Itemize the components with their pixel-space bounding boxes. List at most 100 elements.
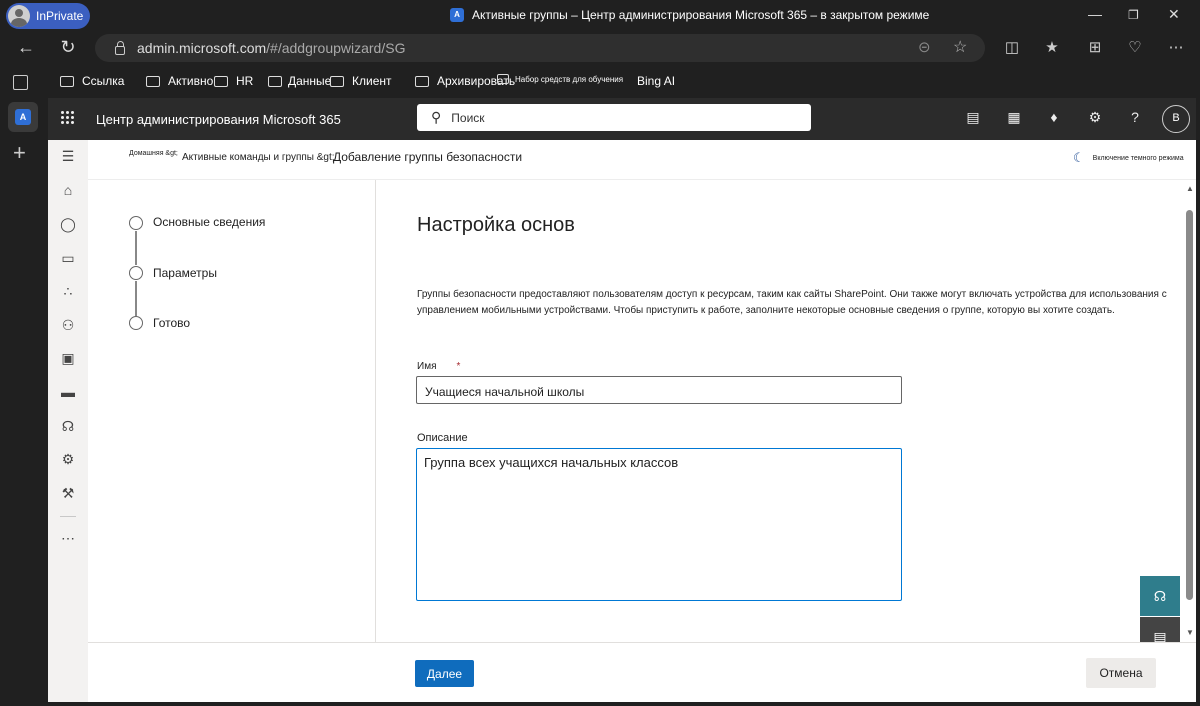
users-icon[interactable]: ◯ [58, 216, 78, 233]
favorite-star-icon[interactable]: ☆ [953, 37, 967, 57]
billing-icon[interactable]: ▬ [58, 384, 78, 400]
favorite-label: Bing AI [637, 74, 676, 88]
url-path: /#/addgroupwizard/SG [266, 40, 406, 56]
folder-icon [146, 75, 160, 87]
dark-mode-toggle[interactable]: ☾ Включение темного режима [1073, 150, 1184, 166]
favorite-client[interactable]: Клиент [330, 74, 392, 88]
help-icon[interactable]: ? [1125, 109, 1145, 125]
tab-actions-icon[interactable] [13, 75, 28, 90]
favorite-data[interactable]: Данные [268, 74, 331, 88]
favorite-label: Клиент [352, 74, 392, 88]
favorite-link[interactable]: Ссылка [60, 74, 124, 88]
terminal-icon[interactable]: ▤ [963, 109, 983, 126]
page-content: Центр администрирования Microsoft 365 ⚲ … [48, 98, 1196, 702]
name-field[interactable]: Учащиеся начальной школы [416, 376, 902, 404]
wizard-steps: Основные сведения Параметры Готово [88, 180, 376, 642]
window-edge [1196, 98, 1200, 706]
favorites-icon[interactable]: ★ [1042, 38, 1062, 56]
active-tab[interactable]: A [8, 102, 38, 132]
teams-groups-icon[interactable]: ∴ [58, 283, 78, 300]
back-icon[interactable]: ← [14, 37, 38, 58]
address-bar[interactable]: admin.microsoft.com/#/addgroupwizard/SG … [95, 34, 985, 62]
wizard-footer: Далее Отмена [88, 642, 1196, 702]
resources-icon[interactable]: ▣ [58, 350, 78, 367]
split-screen-icon[interactable]: ◫ [1002, 38, 1022, 56]
required-mark: * [456, 361, 461, 372]
app-title[interactable]: Центр администрирования Microsoft 365 [96, 112, 341, 127]
name-label-text: Имя [417, 361, 437, 372]
roles-icon[interactable]: ⚇ [58, 317, 78, 334]
description-field[interactable]: Группа всех учащихся начальных классов [416, 448, 902, 601]
m365-header: Центр администрирования Microsoft 365 ⚲ … [48, 98, 1196, 140]
cancel-button[interactable]: Отмена [1086, 658, 1156, 688]
favorite-bing-ai[interactable]: Bing AI [637, 74, 675, 88]
step-indicator [129, 316, 143, 330]
favorites-bar: Ссылка Активно HR Данные Клиент Архивиро… [0, 64, 1200, 98]
refresh-icon[interactable]: ↻ [56, 37, 80, 58]
setup-wrench-icon[interactable]: ⚒ [58, 485, 78, 502]
minimize-icon[interactable]: — [1088, 6, 1102, 22]
inprivate-badge[interactable]: InPrivate [6, 3, 90, 29]
account-avatar[interactable]: B [1162, 105, 1190, 133]
page-title: Настройка основ [417, 214, 575, 236]
browser-essentials-icon[interactable]: ♡ [1125, 38, 1145, 56]
window-title-text: Активные группы – Центр администрировани… [472, 8, 930, 22]
hamburger-menu-icon[interactable]: ☰ [58, 148, 78, 165]
favorite-hr[interactable]: HR [214, 74, 253, 88]
url-host: admin.microsoft.com [137, 40, 267, 56]
step-indicator [129, 216, 143, 230]
favorite-learning-tools[interactable]: Набор средств для обучения [497, 74, 623, 84]
folder-icon [497, 74, 509, 84]
inprivate-label: InPrivate [36, 9, 84, 23]
headset-icon: ☊ [1153, 588, 1167, 604]
scroll-thumb[interactable] [1186, 210, 1193, 600]
devices-icon[interactable]: ▭ [58, 250, 78, 267]
step-basics[interactable]: Основные сведения [153, 215, 265, 229]
vertical-tabs-bar: A + [0, 98, 48, 706]
folder-icon [214, 75, 228, 87]
new-tab-icon[interactable]: + [13, 140, 26, 166]
app-launcher-icon[interactable] [61, 111, 75, 125]
profile-avatar-icon [8, 5, 30, 27]
step-connector [135, 281, 137, 316]
collections-icon[interactable]: ⊞ [1085, 38, 1105, 56]
settings-gear-icon[interactable]: ⚙ [1085, 109, 1105, 126]
breadcrumb-teams-groups[interactable]: Активные команды и группы &gt; [182, 152, 335, 163]
zoom-icon[interactable]: ⊝ [918, 38, 931, 56]
settings-icon[interactable]: ⚙ [58, 451, 78, 468]
favorite-label: Активно [168, 74, 214, 88]
window-title: A Активные группы – Центр администрирова… [450, 8, 929, 22]
next-button[interactable]: Далее [415, 660, 474, 687]
description-label: Описание [417, 432, 468, 444]
close-icon[interactable]: ✕ [1168, 6, 1180, 23]
breadcrumb-current: Добавление группы безопасности [333, 150, 523, 164]
step-indicator [129, 266, 143, 280]
name-label: Имя * [417, 361, 460, 372]
scroll-up-icon[interactable]: ▲ [1186, 184, 1194, 193]
support-headset-icon[interactable]: ☊ [58, 418, 78, 435]
more-icon[interactable]: ⋯ [58, 530, 78, 547]
rail-divider [60, 516, 76, 517]
home-icon[interactable]: ⌂ [58, 182, 78, 198]
help-support-button[interactable]: ☊ [1140, 576, 1180, 616]
moon-icon: ☾ [1073, 150, 1085, 165]
search-icon: ⚲ [431, 109, 442, 125]
favorite-label: Данные [288, 74, 332, 88]
admin-center-favicon-icon: A [15, 109, 31, 125]
breadcrumb-home[interactable]: Домашняя &gt; [129, 150, 178, 157]
notifications-bell-icon[interactable]: ♦ [1044, 109, 1064, 125]
favorite-active[interactable]: Активно [146, 74, 213, 88]
favorite-label: HR [236, 74, 254, 88]
browser-title-bar: InPrivate A Активные группы – Центр адми… [0, 0, 1200, 32]
step-connector [135, 231, 137, 265]
step-settings[interactable]: Параметры [153, 266, 217, 280]
document-icon[interactable]: ▦ [1004, 109, 1024, 126]
search-input[interactable]: ⚲ Поиск [417, 104, 811, 131]
scroll-down-icon[interactable]: ▼ [1186, 628, 1194, 637]
step-finish[interactable]: Готово [153, 316, 190, 330]
folder-icon [60, 75, 74, 87]
scrollbar[interactable]: ▲ ▼ [1184, 180, 1196, 642]
page-description: Группы безопасности предоставляют пользо… [417, 289, 1167, 316]
more-options-icon[interactable]: ⋯ [1166, 38, 1186, 56]
restore-icon[interactable]: ❐ [1128, 8, 1139, 22]
